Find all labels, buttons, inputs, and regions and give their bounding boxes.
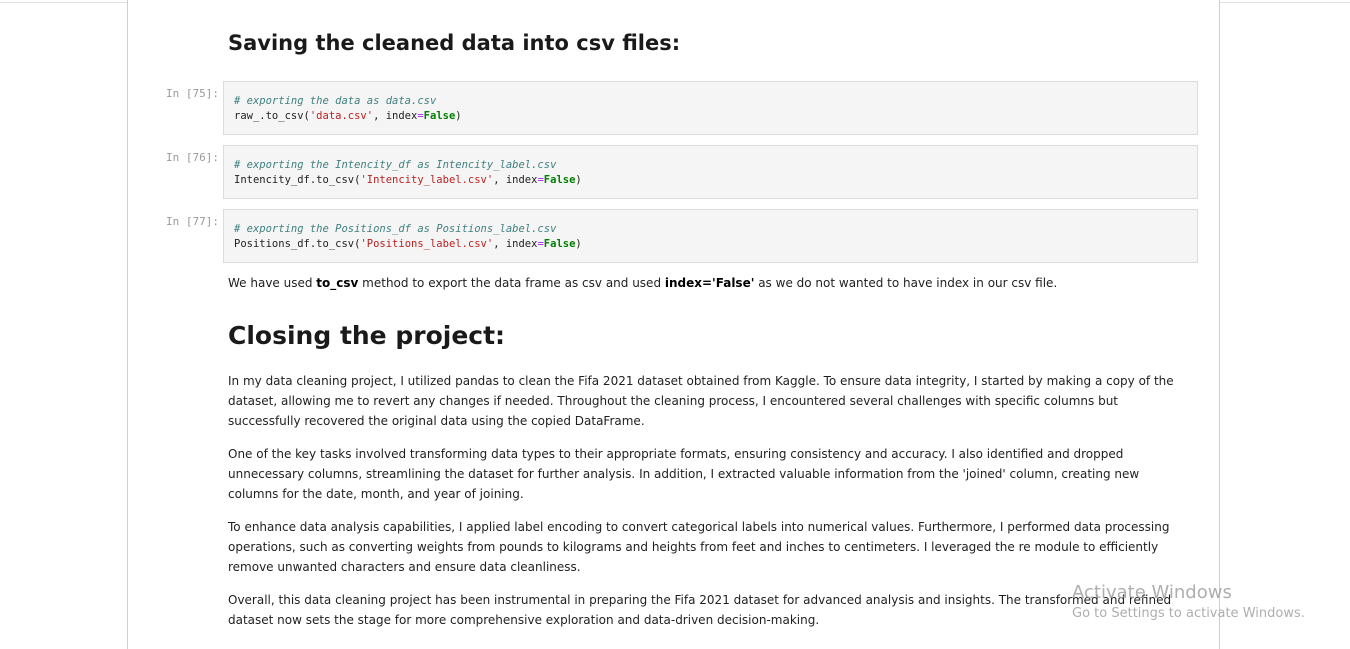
closing-paragraph-1: In my data cleaning project, I utilized …	[228, 374, 1174, 428]
note-bold-index: index='False'	[664, 276, 755, 290]
cell-prompt-77: In [77]:	[166, 215, 219, 228]
code-text: , index	[373, 110, 418, 122]
code-string: 'Positions_label.csv'	[360, 238, 494, 250]
code-comment: # exporting the data as data.csv	[234, 95, 437, 107]
section-heading-closing: Closing the project:	[228, 321, 506, 350]
code-keyword: False	[543, 238, 576, 250]
code-keyword: False	[543, 174, 576, 186]
code-cell-76[interactable]: # exporting the Intencity_df as Intencit…	[223, 145, 1198, 199]
code-text: raw_.to_csv(	[234, 110, 310, 122]
note-text: method to export the data frame as csv a…	[358, 276, 665, 290]
code-comment: # exporting the Intencity_df as Intencit…	[234, 159, 557, 171]
export-note: We have used to_csv method to export the…	[228, 273, 1178, 293]
code-keyword: False	[423, 110, 456, 122]
cell-prompt-76: In [76]:	[166, 151, 219, 164]
code-cell-77[interactable]: # exporting the Positions_df as Position…	[223, 209, 1198, 263]
code-comment: # exporting the Positions_df as Position…	[234, 223, 557, 235]
code-text: , index	[493, 174, 538, 186]
note-bold-method: to_csv	[316, 276, 359, 290]
code-content-77: # exporting the Positions_df as Position…	[234, 222, 582, 252]
code-content-75: # exporting the data as data.csv raw_.to…	[234, 94, 462, 124]
activate-windows-watermark: Activate Windows Go to Settings to activ…	[1072, 582, 1305, 624]
closing-paragraph-4: Overall, this data cleaning project has …	[228, 593, 1172, 627]
code-text: )	[575, 174, 582, 186]
code-text: Intencity_df.to_csv(	[234, 174, 361, 186]
code-text: , index	[493, 238, 538, 250]
closing-paragraph-2: One of the key tasks involved transformi…	[228, 447, 1140, 501]
note-text: as we do not wanted to have index in our…	[754, 276, 1058, 290]
section-heading-saving: Saving the cleaned data into csv files:	[228, 31, 681, 55]
code-text: Positions_df.to_csv(	[234, 238, 361, 250]
code-text: )	[575, 238, 582, 250]
code-text: )	[455, 110, 462, 122]
code-cell-75[interactable]: # exporting the data as data.csv raw_.to…	[223, 81, 1198, 135]
closing-paragraph-3: To enhance data analysis capabilities, I…	[228, 520, 1170, 574]
code-string: 'Intencity_label.csv'	[360, 174, 494, 186]
note-text: We have used	[228, 276, 317, 290]
cell-prompt-75: In [75]:	[166, 87, 219, 100]
watermark-title: Activate Windows	[1072, 582, 1232, 603]
watermark-subtitle: Go to Settings to activate Windows.	[1072, 606, 1305, 621]
code-string: 'data.csv'	[309, 110, 374, 122]
code-content-76: # exporting the Intencity_df as Intencit…	[234, 158, 582, 188]
